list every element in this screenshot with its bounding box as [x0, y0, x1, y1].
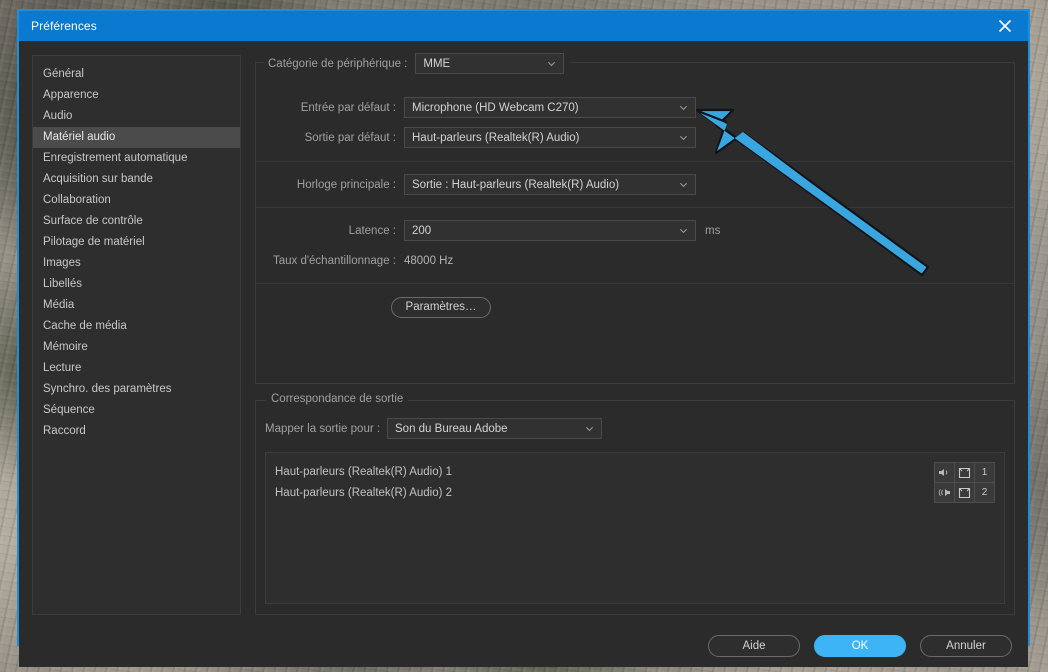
- channel-frame-icon[interactable]: [954, 482, 975, 503]
- settings-button[interactable]: Paramètres…: [391, 297, 491, 318]
- default-input-label: Entrée par défaut :: [265, 102, 396, 114]
- sidebar-item-collaboration[interactable]: Collaboration: [33, 190, 240, 211]
- master-clock-row: Horloge principale : Sortie : Haut-parle…: [256, 174, 1014, 195]
- preferences-dialog: Préférences Général Apparence Audio Maté…: [17, 9, 1030, 646]
- map-output-dropdown[interactable]: Son du Bureau Adobe: [387, 418, 602, 439]
- master-clock-dropdown[interactable]: Sortie : Haut-parleurs (Realtek(R) Audio…: [404, 174, 696, 195]
- chevron-down-icon: [679, 133, 688, 142]
- map-output-row: Mapper la sortie pour : Son du Bureau Ad…: [256, 401, 1014, 439]
- sidebar-item-raccord[interactable]: Raccord: [33, 421, 240, 442]
- help-button[interactable]: Aide: [708, 635, 800, 657]
- default-output-label: Sortie par défaut :: [265, 132, 396, 144]
- sidebar-item-general[interactable]: Général: [33, 64, 240, 85]
- sample-rate-row: Taux d'échantillonnage : 48000 Hz: [256, 250, 1014, 271]
- preferences-category-list[interactable]: Général Apparence Audio Matériel audio E…: [32, 55, 241, 615]
- device-category-dropdown[interactable]: MME: [415, 53, 564, 74]
- output-mapping-group: Correspondance de sortie Mapper la sorti…: [255, 400, 1015, 615]
- default-output-value: Haut-parleurs (Realtek(R) Audio): [412, 132, 579, 144]
- output-mapping-legend: Correspondance de sortie: [266, 393, 408, 405]
- channel-assignment-grid: 1: [935, 462, 995, 502]
- device-category-value: MME: [423, 58, 450, 70]
- default-output-row: Sortie par défaut : Haut-parleurs (Realt…: [256, 127, 1014, 148]
- device-category-label: Catégorie de périphérique :: [268, 58, 407, 70]
- sample-rate-value: 48000 Hz: [404, 255, 453, 267]
- latency-label: Latence :: [265, 225, 396, 237]
- map-output-value: Son du Bureau Adobe: [395, 423, 508, 435]
- sample-rate-label: Taux d'échantillonnage :: [265, 255, 396, 267]
- channel-row-2: 2: [935, 482, 995, 502]
- pan-left-icon[interactable]: [934, 462, 955, 483]
- sidebar-item-materiel-audio[interactable]: Matériel audio: [33, 127, 240, 148]
- sidebar-item-pilotage-de-materiel[interactable]: Pilotage de matériel: [33, 232, 240, 253]
- chevron-down-icon: [679, 103, 688, 112]
- default-output-dropdown[interactable]: Haut-parleurs (Realtek(R) Audio): [404, 127, 696, 148]
- default-input-value: Microphone (HD Webcam C270): [412, 102, 579, 114]
- audio-hardware-group: Catégorie de périphérique : MME Entrée p…: [255, 62, 1015, 384]
- sidebar-item-cache-de-media[interactable]: Cache de média: [33, 316, 240, 337]
- sidebar-item-synchro-des-parametres[interactable]: Synchro. des paramètres: [33, 379, 240, 400]
- master-clock-value: Sortie : Haut-parleurs (Realtek(R) Audio…: [412, 179, 619, 191]
- latency-value: 200: [412, 225, 431, 237]
- sidebar-item-surface-de-controle[interactable]: Surface de contrôle: [33, 211, 240, 232]
- ok-button[interactable]: OK: [814, 635, 906, 657]
- cancel-button[interactable]: Annuler: [920, 635, 1012, 657]
- sidebar-item-apparence[interactable]: Apparence: [33, 85, 240, 106]
- list-item[interactable]: Haut-parleurs (Realtek(R) Audio) 1: [266, 462, 1004, 483]
- device-category-row: Catégorie de périphérique : MME: [264, 53, 570, 74]
- latency-dropdown[interactable]: 200: [404, 220, 696, 241]
- chevron-down-icon: [679, 226, 688, 235]
- default-input-row: Entrée par défaut : Microphone (HD Webca…: [256, 97, 1014, 118]
- close-icon[interactable]: [982, 11, 1028, 41]
- chevron-down-icon: [547, 59, 556, 68]
- sidebar-item-lecture[interactable]: Lecture: [33, 358, 240, 379]
- dialog-title: Préférences: [31, 19, 97, 33]
- default-input-dropdown[interactable]: Microphone (HD Webcam C270): [404, 97, 696, 118]
- list-item[interactable]: Haut-parleurs (Realtek(R) Audio) 2: [266, 483, 1004, 504]
- sidebar-item-libelles[interactable]: Libellés: [33, 274, 240, 295]
- sidebar-item-acquisition-sur-bande[interactable]: Acquisition sur bande: [33, 169, 240, 190]
- latency-row: Latence : 200 ms: [256, 220, 1014, 241]
- sidebar-item-media[interactable]: Média: [33, 295, 240, 316]
- sidebar-item-memoire[interactable]: Mémoire: [33, 337, 240, 358]
- channel-number-2[interactable]: 2: [974, 482, 995, 503]
- sidebar-item-enregistrement-automatique[interactable]: Enregistrement automatique: [33, 148, 240, 169]
- sidebar-item-audio[interactable]: Audio: [33, 106, 240, 127]
- channel-number-1[interactable]: 1: [974, 462, 995, 483]
- preferences-main-panel: Catégorie de périphérique : MME Entrée p…: [255, 55, 1015, 615]
- sidebar-item-sequence[interactable]: Séquence: [33, 400, 240, 421]
- sidebar-item-images[interactable]: Images: [33, 253, 240, 274]
- dialog-body: Général Apparence Audio Matériel audio E…: [19, 41, 1028, 625]
- dialog-footer: Aide OK Annuler: [19, 625, 1028, 667]
- pan-right-icon[interactable]: [934, 482, 955, 503]
- latency-unit-label: ms: [705, 225, 720, 237]
- dialog-titlebar: Préférences: [19, 11, 1028, 41]
- chevron-down-icon: [679, 180, 688, 189]
- channel-frame-icon[interactable]: [954, 462, 975, 483]
- map-output-label: Mapper la sortie pour :: [265, 423, 379, 435]
- channel-row-1: 1: [935, 462, 995, 482]
- output-channel-listbox[interactable]: Haut-parleurs (Realtek(R) Audio) 1 Haut-…: [265, 452, 1005, 604]
- master-clock-label: Horloge principale :: [265, 179, 396, 191]
- chevron-down-icon: [585, 424, 594, 433]
